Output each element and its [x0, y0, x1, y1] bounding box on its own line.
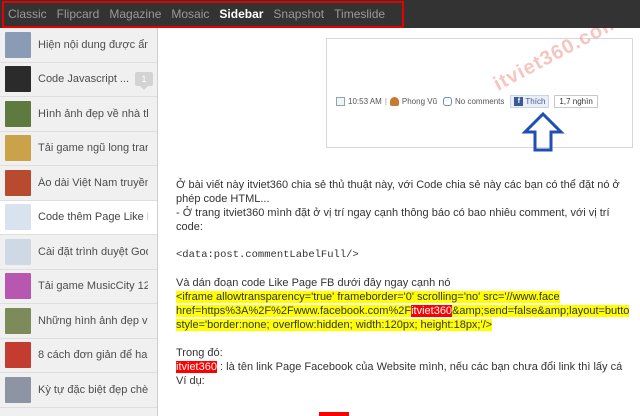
sidebar-post-item[interactable]: 8 cách đơn giản để han... — [0, 339, 157, 373]
red-highlight-mark — [319, 412, 349, 416]
post-author: Phong Vũ — [401, 97, 438, 106]
comment-count-badge: 1 — [135, 71, 153, 90]
user-icon — [389, 97, 399, 106]
post-content: 10:53 AM | Phong Vũ No comments f Thích … — [159, 28, 640, 416]
up-arrow-icon — [521, 112, 565, 152]
article-paragraph: code: — [176, 221, 203, 233]
sidebar-post-item[interactable]: Hình ảnh đẹp về nhà th... — [0, 97, 157, 132]
post-title: Cài đặt trình duyệt Goo... — [38, 245, 148, 258]
sidebar-post-item[interactable]: Code Javascript ... 1 — [0, 63, 157, 97]
iframe-code-text: style='border:none; overflow:hidden; wid… — [176, 319, 493, 331]
like-label: Thích — [525, 97, 546, 106]
post-thumbnail — [5, 204, 31, 231]
post-meta: 10:53 AM | Phong Vũ No comments f Thích … — [336, 95, 598, 108]
iframe-code-text: &amp;send=false&amp;layout=butto — [452, 305, 630, 317]
post-thumbnail — [5, 135, 31, 162]
post-time: 10:53 AM — [348, 97, 382, 106]
sidebar-post-item[interactable]: Cài đặt trình duyệt Goo... — [0, 235, 157, 270]
preview-image: 10:53 AM | Phong Vũ No comments f Thích … — [326, 28, 633, 152]
page-name-highlight: itviet360 — [411, 305, 453, 317]
article-paragraph: Ví dụ: — [176, 375, 205, 387]
sidebar-post-item[interactable]: Kỳ tự đặc biệt đẹp chèn ... — [0, 373, 157, 408]
comment-icon — [443, 97, 453, 106]
watermark: itviet360.com — [490, 28, 624, 96]
post-comments: No comments — [455, 97, 505, 106]
post-thumbnail — [5, 273, 31, 300]
post-title: Code Javascript ... — [38, 73, 130, 86]
article-paragraph: - Ở trang itviet360 mình đặt ở vị trí ng… — [176, 207, 610, 219]
post-title: Code thêm Page Like F... — [38, 211, 148, 224]
post-title: Những hình ảnh đẹp về ... — [38, 314, 148, 327]
post-title: Kỳ tự đặc biệt đẹp chèn ... — [38, 383, 148, 396]
sidebar-post-item[interactable]: Tải game ngũ long tran... — [0, 132, 157, 166]
post-thumbnail — [5, 100, 31, 127]
sidebar-post-item[interactable]: Những hình ảnh đẹp về ... — [0, 304, 157, 339]
post-title: Tải game MusicCity 12... — [38, 280, 148, 293]
article-paragraph: Và dán đoạn code Like Page FB dưới đây n… — [176, 277, 451, 289]
post-thumbnail — [5, 238, 31, 265]
post-thumbnail — [5, 66, 31, 93]
iframe-code-text: href=https%3A%2F%2Fwww.facebook.com%2F — [176, 305, 412, 317]
iframe-code-text: <iframe allowtransparency='true' framebo… — [176, 291, 560, 303]
post-thumbnail — [5, 307, 31, 334]
page-name-highlight: itviet360 — [176, 361, 217, 373]
article-body: Ở bài viết này itviet360 chia sẻ thủ thu… — [176, 178, 640, 388]
post-thumbnail — [5, 169, 31, 196]
like-count: 1,7 nghìn — [554, 95, 598, 108]
code-label: <data:post.commentLabelFull/> — [176, 249, 359, 261]
article-paragraph: Trong đó: — [176, 347, 223, 359]
facebook-like-button[interactable]: f Thích — [510, 95, 550, 108]
post-title: Hiện nội dung được ẩn ... — [38, 38, 148, 51]
sidebar-post-item[interactable]: Áo dài Việt Nam truyền t... — [0, 166, 157, 201]
post-title: 8 cách đơn giản để han... — [38, 349, 148, 362]
post-title: Áo dài Việt Nam truyền t... — [38, 176, 148, 189]
post-thumbnail — [5, 31, 31, 58]
meta-separator: | — [384, 97, 387, 106]
article-paragraph: itviet360 : là tên link Page Facebook củ… — [176, 360, 640, 374]
sidebar-post-item[interactable]: Hiện nội dung được ẩn ... — [0, 28, 157, 63]
view-switcher-bar: Classic Flipcard Magazine Mosaic Sidebar Snap… — [0, 0, 640, 28]
iframe-code-line: <iframe allowtransparency='true' framebo… — [176, 290, 640, 304]
article-paragraph: phép code HTML... — [176, 193, 270, 205]
post-sidebar: Hiện nội dung được ẩn ... Code Javascript… — [0, 28, 158, 416]
description-text: : là tên link Page Facebook của Website … — [216, 361, 623, 373]
article-paragraph: Ở bài viết này itviet360 chia sẻ thủ thu… — [176, 179, 620, 191]
sidebar-post-item[interactable]: Tải game MusicCity 12... — [0, 270, 157, 304]
post-title: Hình ảnh đẹp về nhà th... — [38, 107, 148, 120]
post-thumbnail — [5, 376, 31, 403]
iframe-code-line: style='border:none; overflow:hidden; wid… — [176, 318, 640, 332]
highlight-outline — [2, 1, 404, 28]
calendar-icon — [336, 97, 345, 106]
iframe-code-line: href=https%3A%2F%2Fwww.facebook.com%2Fit… — [176, 304, 640, 318]
post-title: Tải game ngũ long tran... — [38, 142, 148, 155]
post-thumbnail — [5, 342, 31, 369]
facebook-icon: f — [514, 97, 524, 106]
sidebar-post-item[interactable]: Code thêm Page Like F... — [0, 200, 157, 235]
